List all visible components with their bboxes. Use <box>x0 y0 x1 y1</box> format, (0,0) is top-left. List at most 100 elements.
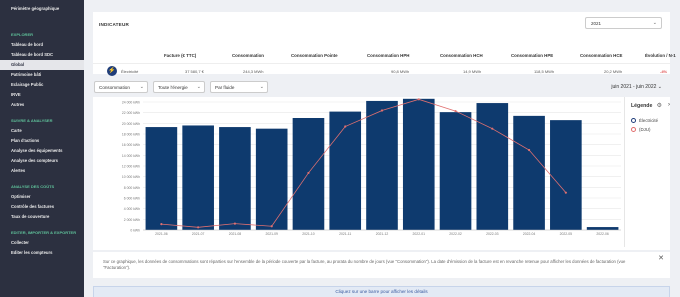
indicator-title: INDICATEUR <box>99 22 129 27</box>
sidebar-item[interactable]: Eclairage Public <box>0 80 84 90</box>
chart-bar[interactable] <box>219 127 251 230</box>
chart-bar[interactable] <box>182 125 214 230</box>
row-label-electricite: Électricité <box>121 69 139 74</box>
legend-item-electricite[interactable]: Électricité <box>631 118 659 124</box>
sidebar-item[interactable]: Global <box>0 60 84 70</box>
grouping-select-value: Par fluide <box>215 85 235 90</box>
sidebar-item[interactable]: Contrôle des factures <box>0 202 84 212</box>
chart-toolbar: Consommation ⌄ Toute l'énergie ⌄ Par flu… <box>93 80 670 96</box>
sidebar-item[interactable]: Collecter <box>0 238 84 248</box>
sidebar-section-title: SUIVRE & ANALYSER <box>11 118 53 123</box>
chart-bar[interactable] <box>476 103 509 230</box>
grouping-select[interactable]: Par fluide ⌄ <box>210 81 268 93</box>
x-tick-label: 2021-07 <box>192 232 205 236</box>
y-tick-label: 18 000 kWh <box>122 133 140 137</box>
click-hint-bar: Cliquez sur une barre pour afficher les … <box>93 286 670 297</box>
fluid-select[interactable]: Consommation ⌄ <box>94 81 148 93</box>
fluid-select-value: Consommation <box>99 85 130 90</box>
x-tick-label: 2022-06 <box>596 232 609 236</box>
sidebar-item[interactable]: Autres <box>0 100 84 110</box>
cell-consommation-hch: 14,9 MWh <box>463 69 482 74</box>
cell-consommation: 244,3 MWh <box>243 69 264 74</box>
chart-bar[interactable] <box>550 120 582 230</box>
y-tick-label: 16 000 kWh <box>122 143 140 147</box>
dju-point <box>233 222 237 225</box>
x-tick-label: 2021-08 <box>229 232 242 236</box>
legend-marker <box>631 118 636 124</box>
chart-bar[interactable] <box>255 128 288 230</box>
y-tick-label: 0 kWh <box>130 229 140 233</box>
x-tick-label: 2022-05 <box>560 232 573 236</box>
y-tick-label: 8 000 kWh <box>124 186 140 190</box>
energy-select-value: Toute l'énergie <box>158 85 188 90</box>
dju-point <box>344 125 347 128</box>
dju-point <box>270 225 273 228</box>
energy-select[interactable]: Toute l'énergie ⌄ <box>153 81 205 93</box>
chart-bar[interactable] <box>145 127 178 230</box>
sidebar: Périmètre géographique EXPLORER Tableau de… <box>0 0 84 297</box>
chart-bar[interactable] <box>402 98 435 230</box>
gear-icon[interactable]: ⚙ <box>657 102 662 109</box>
period-selector[interactable]: juin 2021 - juin 2022 ⌄ <box>611 84 662 90</box>
sidebar-item[interactable]: Plan d'actions <box>0 136 84 146</box>
sidebar-item-perimetre[interactable]: Périmètre géographique <box>0 4 70 14</box>
chart-bar[interactable] <box>586 227 619 230</box>
cell-facture: 37 580,7 € <box>185 69 204 74</box>
dju-point <box>197 226 200 229</box>
dju-point <box>160 223 163 226</box>
y-tick-label: 14 000 kWh <box>122 154 140 158</box>
column-header-consommation-hpe: Consommation HPE <box>511 53 554 58</box>
legend-item-dju[interactable]: (DJU) <box>631 127 651 133</box>
sidebar-item[interactable]: Optimiser <box>0 192 84 202</box>
x-tick-label: 2021-06 <box>155 232 168 236</box>
sidebar-item[interactable]: IRVE <box>0 90 84 100</box>
consumption-chart[interactable]: 0 kWh 2 000 kWh 4 000 kWh 6 000 kWh 8 000 kW… <box>93 97 623 247</box>
sidebar-item[interactable]: Alertes <box>0 166 84 176</box>
chart-bar[interactable] <box>439 112 472 230</box>
chevron-down-icon: ⌄ <box>196 84 201 90</box>
cell-consommation-hce: 20,2 MWh <box>604 69 623 74</box>
sidebar-item[interactable]: Tableau de bord SDC <box>0 50 84 60</box>
dju-point <box>454 109 457 113</box>
column-header-facture: Facture (€ TTC) <box>164 53 197 58</box>
sidebar-item[interactable]: Analyse des équipements <box>0 146 84 156</box>
column-header-consommation-pointe: Consommation Pointe <box>291 53 338 58</box>
chart-legend: Légende ⚙ › Électricité (DJU) <box>624 97 670 247</box>
info-note: Sur ce graphique, les données de consomm… <box>93 252 670 278</box>
dju-point <box>380 109 384 112</box>
chevron-down-icon: ⌄ <box>259 84 264 90</box>
chevron-right-icon[interactable]: › <box>668 102 670 108</box>
legend-item-label: (DJU) <box>639 127 651 132</box>
y-tick-label: 20 000 kWh <box>122 122 140 126</box>
chart-bar[interactable] <box>513 115 545 230</box>
sidebar-item[interactable]: Patrimoine bâti <box>0 70 84 80</box>
chart-bar[interactable] <box>366 100 398 230</box>
y-tick-label: 12 000 kWh <box>122 165 140 169</box>
x-tick-label: 2021-09 <box>265 232 278 236</box>
close-icon[interactable]: ✕ <box>658 254 664 262</box>
sidebar-item[interactable]: Carte <box>0 126 84 136</box>
sidebar-item[interactable]: Taux de couverture <box>0 212 84 222</box>
y-tick-label: 4 000 kWh <box>124 207 140 211</box>
lightning-bolt-icon: ⚡ <box>107 66 117 76</box>
y-tick-label: 10 000 kWh <box>122 175 140 179</box>
cell-evolution: -4% <box>660 69 668 74</box>
chart-bar[interactable] <box>329 111 362 230</box>
y-tick-label: 2 000 kWh <box>124 218 140 222</box>
column-header-consommation-hch: Consommation HCH <box>440 53 483 58</box>
y-tick-label: 24 000 kWh <box>122 101 140 105</box>
chevron-down-icon: ⌄ <box>139 84 144 90</box>
dju-point <box>491 127 494 130</box>
year-select[interactable]: 2021 ⌄ <box>585 17 662 29</box>
dju-point <box>307 171 310 175</box>
legend-item-label: Électricité <box>639 118 659 123</box>
sidebar-item[interactable]: Analyse des compteurs <box>0 156 84 166</box>
indicator-panel: INDICATEUR 2021 ⌄ Facture (€ TTC) Consom… <box>93 12 676 76</box>
legend-title: Légende <box>631 103 653 109</box>
sidebar-item[interactable]: Tableau de bord <box>0 40 84 50</box>
year-select-value: 2021 <box>591 21 602 26</box>
cell-consommation-hpe: 118,5 MWh <box>534 69 555 74</box>
x-tick-label: 2021-12 <box>376 232 389 236</box>
sidebar-item[interactable]: Editer les compteurs <box>0 248 84 258</box>
